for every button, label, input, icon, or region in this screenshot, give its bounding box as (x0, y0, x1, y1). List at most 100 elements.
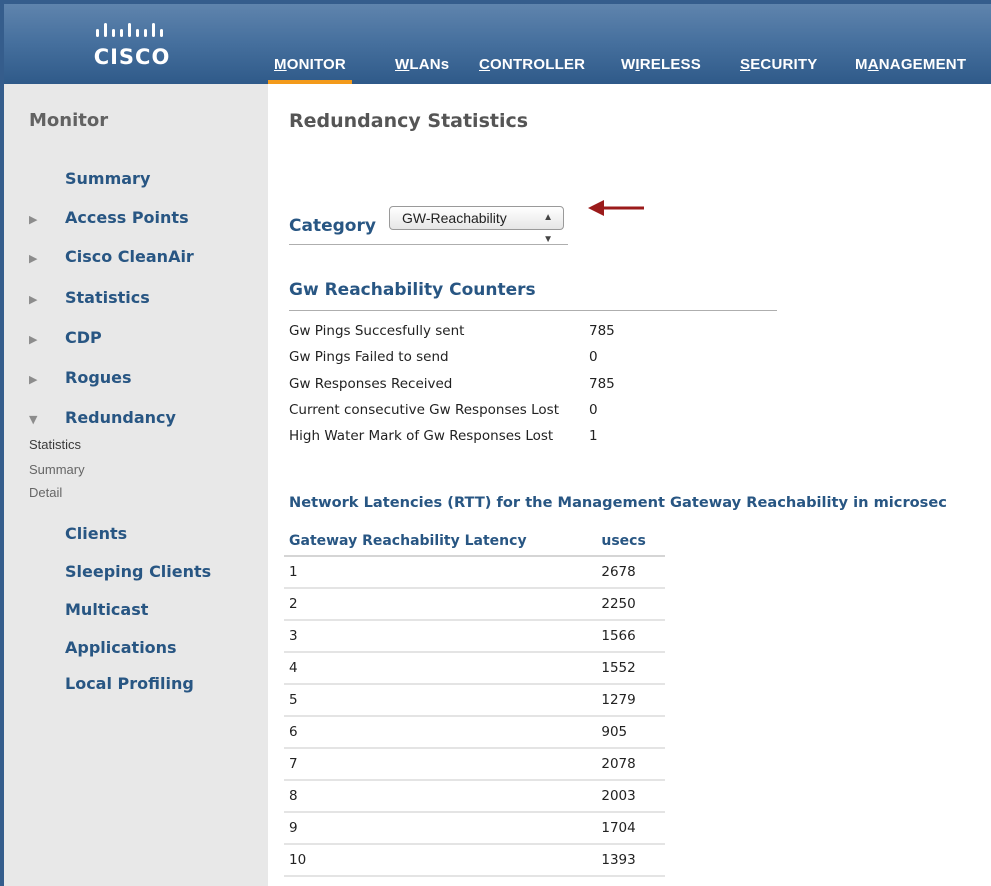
up-down-arrows-icon: ▲ ▼ (543, 212, 553, 245)
divider (289, 310, 777, 311)
table-row: 6 905 (284, 716, 665, 749)
table-cell: 1279 (597, 684, 665, 717)
table-row: 10 1393 (284, 844, 665, 877)
table-cell: 2 (284, 588, 598, 621)
table-cell: 1393 (597, 844, 665, 877)
counter-row: Gw Pings Failed to send 0 (289, 349, 598, 371)
tab-monitor[interactable]: MONITOR (268, 54, 352, 84)
table-row: 3 1566 (284, 620, 665, 653)
sidebar-item-label: Applications (65, 638, 177, 657)
counter-label: Gw Pings Failed to send (289, 349, 449, 365)
app-window: CISCO MONITOR WLANs CONTROLLER WIRELESS … (0, 0, 991, 886)
category-row: Category GW-Reachability ▲ ▼ (289, 204, 568, 245)
table-cell: 1566 (597, 620, 665, 653)
sidebar-item-statistics[interactable]: ▶ Statistics (29, 286, 150, 312)
table-cell: 8 (284, 780, 598, 813)
triangle-right-icon[interactable]: ▶ (29, 288, 62, 312)
cisco-logo[interactable]: CISCO (82, 18, 182, 74)
cisco-bars-icon (96, 23, 163, 37)
red-arrow-icon (588, 200, 644, 216)
triangle-right-icon[interactable]: ▶ (29, 208, 62, 232)
triangle-right-icon[interactable]: ▶ (29, 368, 62, 392)
counter-value: 785 (589, 323, 615, 339)
sidebar-item-label: Statistics (65, 288, 150, 307)
table-cell: 2678 (597, 556, 665, 589)
table-row: 4 1552 (284, 652, 665, 685)
table-cell: 1552 (597, 652, 665, 685)
sidebar-item-label: Local Profiling (65, 674, 194, 693)
table-cell: 2078 (597, 748, 665, 781)
table-cell: 1704 (597, 812, 665, 845)
sidebar-subitem-summary[interactable]: Summary (29, 462, 85, 477)
tab-wlans[interactable]: WLANs (389, 54, 455, 80)
sidebar-item-label: Redundancy (65, 408, 176, 427)
tab-security[interactable]: SECURITY (734, 54, 823, 80)
sidebar-item-label: Clients (65, 524, 128, 543)
counter-value: 0 (589, 349, 598, 365)
table-cell: 9 (284, 812, 598, 845)
sidebar-title: Monitor (29, 110, 109, 131)
triangle-right-icon[interactable]: ▶ (29, 247, 62, 271)
category-label: Category (289, 216, 376, 236)
counter-row: High Water Mark of Gw Responses Lost 1 (289, 428, 598, 450)
table-cell: 1 (284, 556, 598, 589)
sidebar-subitem-statistics[interactable]: Statistics (29, 437, 81, 452)
counter-row: Gw Pings Succesfully sent 785 (289, 323, 615, 345)
table-row: 7 2078 (284, 748, 665, 781)
sidebar-item-label: Summary (65, 169, 151, 188)
table-cell: 7 (284, 748, 598, 781)
sidebar-item-label: Rogues (65, 368, 132, 387)
table-cell: 2250 (597, 588, 665, 621)
sidebar-item-cdp[interactable]: ▶ CDP (29, 326, 102, 352)
sidebar-item-rogues[interactable]: ▶ Rogues (29, 366, 132, 392)
column-header: usecs (597, 527, 665, 557)
counters-title: Gw Reachability Counters (289, 280, 536, 300)
sidebar-item-redundancy[interactable]: ▼ Redundancy (29, 406, 176, 432)
counter-row: Current consecutive Gw Responses Lost 0 (289, 402, 598, 424)
latency-table: Gateway Reachability Latency usecs 1 2678… (284, 527, 665, 877)
triangle-right-icon[interactable]: ▶ (29, 328, 62, 352)
sidebar-item-cisco-cleanair[interactable]: ▶ Cisco CleanAir (29, 245, 194, 271)
latency-title: Network Latencies (RTT) for the Manageme… (289, 494, 947, 511)
table-row: 5 1279 (284, 684, 665, 717)
table-cell: 10 (284, 844, 598, 877)
table-cell: 6 (284, 716, 598, 749)
sidebar-item-label: CDP (65, 328, 102, 347)
sidebar-item-label: Multicast (65, 600, 149, 619)
table-cell: 2003 (597, 780, 665, 813)
counter-label: Gw Pings Succesfully sent (289, 323, 465, 339)
counter-value: 0 (589, 402, 598, 418)
counter-label: Gw Responses Received (289, 376, 453, 392)
category-select[interactable]: GW-Reachability ▲ ▼ (389, 206, 564, 245)
category-select-value: GW-Reachability (402, 210, 507, 226)
sidebar-item-label: Access Points (65, 208, 189, 227)
triangle-down-icon[interactable]: ▼ (29, 408, 62, 432)
tab-wireless[interactable]: WIRELESS (615, 54, 707, 80)
main-content: Redundancy Statistics Category GW-Reacha… (268, 84, 991, 886)
top-header: CISCO MONITOR WLANs CONTROLLER WIRELESS … (4, 4, 991, 84)
table-cell: 4 (284, 652, 598, 685)
page-title: Redundancy Statistics (289, 110, 529, 132)
table-header-row: Gateway Reachability Latency usecs (284, 527, 665, 557)
column-header: Gateway Reachability Latency (284, 527, 598, 557)
counter-value: 785 (589, 376, 615, 392)
table-cell: 905 (597, 716, 665, 749)
table-row: 8 2003 (284, 780, 665, 813)
counter-value: 1 (589, 428, 598, 444)
sidebar-item-label: Sleeping Clients (65, 562, 212, 581)
sidebar: Monitor Summary ▶ Access Points ▶ Cisco … (4, 84, 268, 886)
counter-row: Gw Responses Received 785 (289, 376, 615, 398)
table-row: 2 2250 (284, 588, 665, 621)
counter-label: High Water Mark of Gw Responses Lost (289, 428, 554, 444)
sidebar-item-label: Cisco CleanAir (65, 247, 194, 266)
sidebar-item-access-points[interactable]: ▶ Access Points (29, 206, 189, 232)
table-cell: 3 (284, 620, 598, 653)
table-row: 9 1704 (284, 812, 665, 845)
table-cell: 5 (284, 684, 598, 717)
counter-label: Current consecutive Gw Responses Lost (289, 402, 560, 418)
logo-text: CISCO (93, 45, 171, 69)
tab-management[interactable]: MANAGEMENT (849, 54, 972, 80)
sidebar-subitem-detail[interactable]: Detail (29, 485, 62, 500)
tab-controller[interactable]: CONTROLLER (473, 54, 591, 80)
table-row: 1 2678 (284, 556, 665, 589)
